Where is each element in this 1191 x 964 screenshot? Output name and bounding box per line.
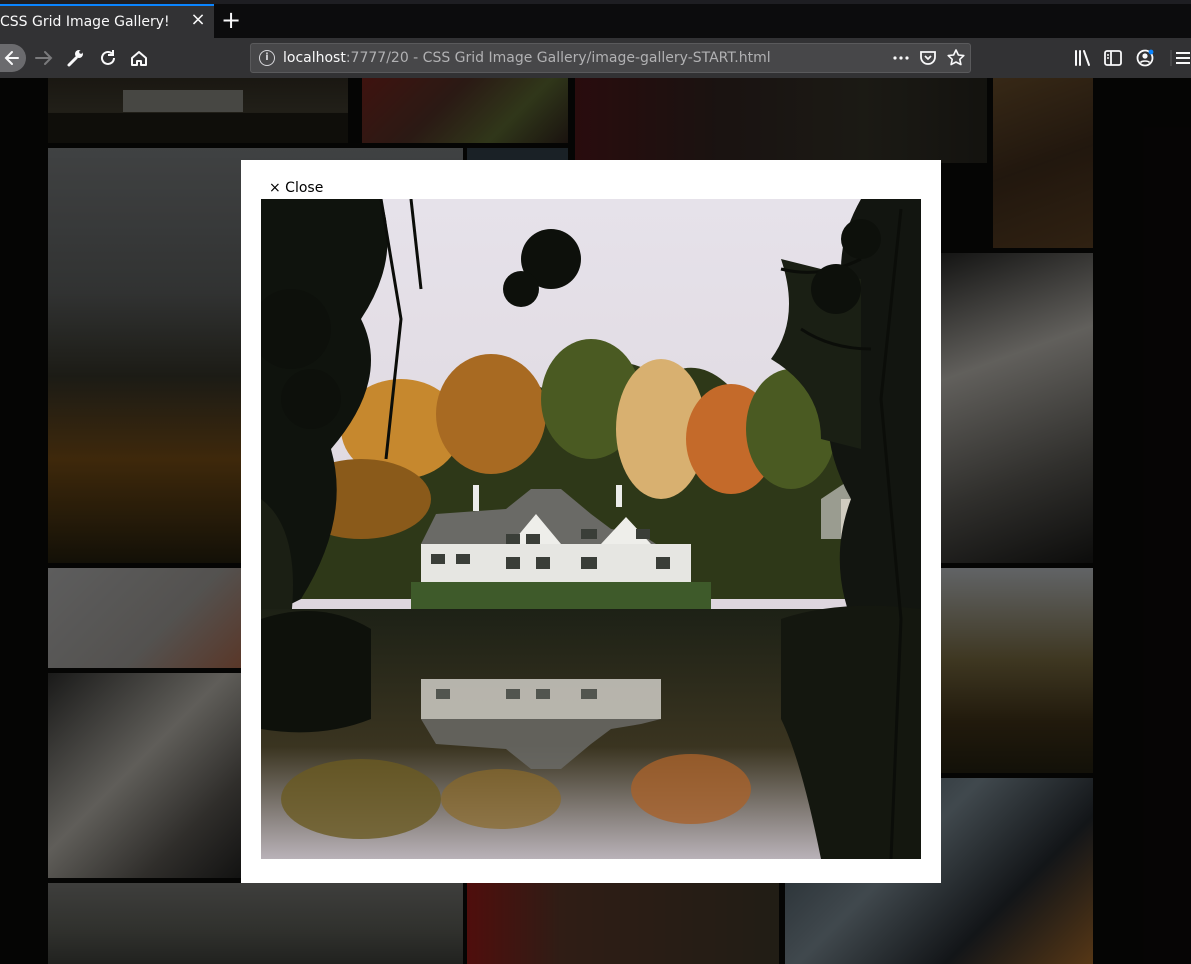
site-info-icon[interactable]: i (259, 50, 275, 66)
tab-close-icon[interactable]: × (189, 11, 207, 29)
home-icon[interactable] (126, 46, 152, 70)
navigation-toolbar: i localhost:7777/20 - CSS Grid Image Gal… (0, 38, 1191, 78)
url-text[interactable]: localhost:7777/20 - CSS Grid Image Galle… (283, 50, 771, 66)
modal-image (261, 199, 921, 859)
back-arrow-icon[interactable] (0, 44, 26, 72)
new-tab-button[interactable]: + (220, 8, 242, 32)
tab-title: CSS Grid Image Gallery! (0, 14, 170, 30)
wrench-icon[interactable] (62, 46, 88, 70)
account-icon[interactable] (1132, 46, 1158, 70)
bookmark-star-icon[interactable] (946, 48, 966, 68)
url-bar[interactable]: i localhost:7777/20 - CSS Grid Image Gal… (250, 43, 971, 73)
pocket-icon[interactable] (918, 48, 938, 68)
active-tab[interactable]: CSS Grid Image Gallery! × (0, 4, 214, 38)
image-modal: × Close (241, 160, 941, 883)
menu-icon[interactable] (1170, 46, 1191, 70)
house-lake-photo (261, 199, 921, 859)
sidebar-icon[interactable] (1100, 46, 1126, 70)
gallery-page: × Close (0, 78, 1191, 964)
forward-arrow-icon[interactable] (31, 46, 57, 70)
page-actions-icon[interactable] (891, 48, 911, 68)
library-icon[interactable] (1070, 46, 1096, 70)
reload-icon[interactable] (95, 46, 121, 70)
close-button[interactable]: × Close (269, 180, 323, 196)
tab-strip: CSS Grid Image Gallery! × + (0, 0, 1191, 38)
